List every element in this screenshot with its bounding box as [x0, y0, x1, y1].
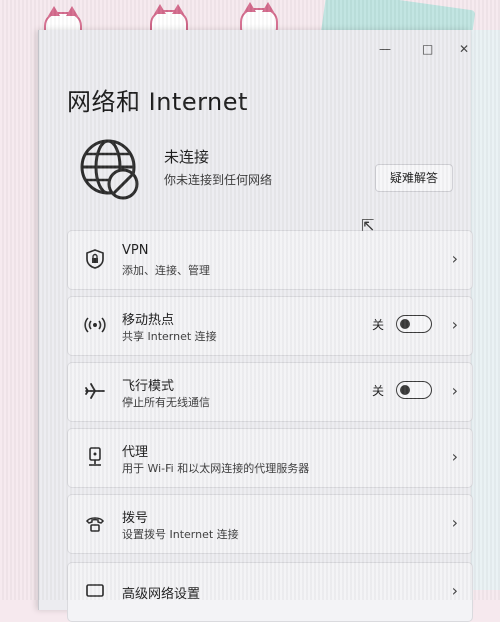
globe-disconnected-icon [80, 139, 139, 200]
close-button[interactable]: ✕ [459, 42, 469, 56]
settings-item-subtitle: 添加、连接、管理 [122, 264, 210, 277]
page-title: 网络和 Internet [67, 88, 248, 116]
settings-window: — □ ✕ 网络和 Internet 未连接 你未连接到任何网络 疑难解答 VP… [38, 30, 473, 622]
settings-item-vpn[interactable]: VPN 添加、连接、管理 › [67, 230, 473, 290]
chevron-right-icon: › [451, 381, 458, 400]
settings-item-title: 拨号 [122, 511, 149, 526]
settings-item-mobile-hotspot[interactable]: 移动热点 共享 Internet 连接 关 › [67, 296, 473, 356]
settings-item-title: 高级网络设置 [122, 587, 201, 602]
settings-item-title: 飞行模式 [122, 379, 175, 394]
settings-item-dialup[interactable]: 拨号 设置拨号 Internet 连接 › [67, 494, 473, 554]
status-subtitle: 你未连接到任何网络 [164, 173, 273, 187]
hotspot-icon [84, 317, 106, 333]
mobile-hotspot-toggle[interactable] [396, 315, 432, 333]
shield-icon [86, 249, 104, 269]
status-title: 未连接 [164, 148, 210, 166]
minimize-button[interactable]: — [379, 42, 391, 56]
chevron-right-icon: › [451, 315, 458, 334]
settings-item-subtitle: 停止所有无线通信 [122, 396, 210, 409]
chevron-right-icon: › [451, 581, 458, 600]
dialup-icon [86, 517, 104, 532]
settings-item-airplane-mode[interactable]: 飞行模式 停止所有无线通信 关 › [67, 362, 473, 422]
toggle-knob [400, 319, 410, 329]
toggle-knob [400, 385, 410, 395]
toggle-state-label: 关 [371, 384, 384, 398]
airplane-icon [85, 383, 105, 399]
troubleshoot-button[interactable]: 疑难解答 [375, 164, 453, 192]
proxy-icon [89, 447, 101, 466]
settings-item-title: VPN [122, 243, 149, 258]
settings-item-title: 移动热点 [122, 313, 175, 328]
chevron-right-icon: › [451, 249, 458, 268]
advanced-network-icon [86, 584, 104, 597]
chevron-right-icon: › [451, 513, 458, 532]
settings-item-proxy[interactable]: 代理 用于 Wi-Fi 和以太网连接的代理服务器 › [67, 428, 473, 488]
settings-item-advanced-network[interactable]: 高级网络设置 › [67, 562, 473, 622]
toggle-state-label: 关 [371, 318, 384, 332]
settings-item-subtitle: 设置拨号 Internet 连接 [122, 528, 239, 541]
maximize-button[interactable]: □ [422, 42, 433, 56]
mouse-cursor-icon: ⇱ [361, 216, 375, 235]
settings-item-subtitle: 用于 Wi-Fi 和以太网连接的代理服务器 [122, 462, 310, 475]
settings-item-subtitle: 共享 Internet 连接 [122, 330, 217, 343]
settings-item-title: 代理 [122, 445, 149, 460]
airplane-mode-toggle[interactable] [396, 381, 432, 399]
wall-decoration [470, 30, 500, 590]
chevron-right-icon: › [451, 447, 458, 466]
